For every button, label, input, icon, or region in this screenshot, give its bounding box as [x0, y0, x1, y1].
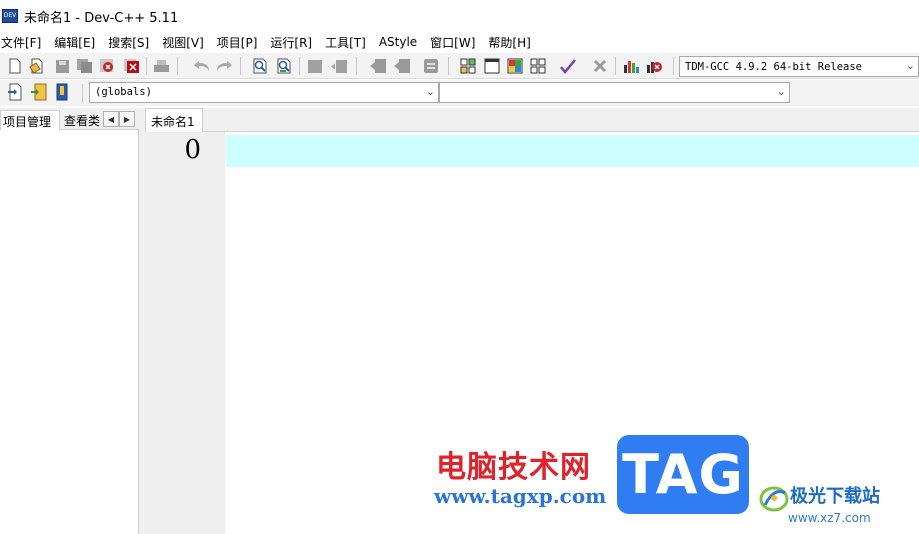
editor-tabs: 未命名1	[145, 108, 919, 132]
scope-value: (globals)	[95, 86, 152, 98]
title-bar: DEV 未命名1 - Dev-C++ 5.11	[0, 0, 919, 32]
watermark-url: www.tagxp.com	[434, 484, 607, 508]
indent-icon[interactable]	[305, 56, 325, 76]
rebuild-icon[interactable]	[528, 56, 548, 76]
compiler-value: TDM-GCC 4.9.2 64-bit Release	[685, 60, 863, 73]
watermark-site-url: www.xz7.com	[788, 511, 871, 525]
watermark-tag-badge: TAG	[617, 435, 749, 514]
watermark-tag-text: TAG	[622, 443, 744, 506]
toolbar-separator	[146, 57, 147, 75]
compile-icon[interactable]	[458, 56, 478, 76]
menu-help[interactable]: 帮助[H]	[488, 34, 537, 51]
watermark-cn-text: 电脑技术网	[436, 450, 591, 485]
tab-class-browser[interactable]: 查看类	[62, 110, 104, 130]
toolbar-separator	[673, 57, 674, 75]
left-panel-tabs: 项目管理 查看类 ◀ ▶	[0, 108, 139, 130]
left-panel: 项目管理 查看类 ◀ ▶	[0, 108, 139, 534]
aurora-logo-icon	[759, 486, 789, 512]
chevron-down-icon: ⌄	[425, 85, 435, 98]
run-icon[interactable]	[482, 56, 502, 76]
insert-icon[interactable]	[5, 82, 25, 102]
print-icon[interactable]	[151, 56, 171, 76]
line-number: 0	[184, 135, 201, 165]
redo-icon[interactable]	[214, 56, 234, 76]
line-gutter: 0	[145, 132, 225, 534]
menu-search[interactable]: 搜索[S]	[108, 34, 156, 51]
goto-bookmark-icon[interactable]	[52, 82, 72, 102]
compiler-select[interactable]: TDM-GCC 4.9.2 64-bit Release ⌄	[679, 56, 919, 77]
toolbar-separator	[177, 57, 178, 75]
toolbar-separator	[615, 57, 616, 75]
close-icon[interactable]	[97, 56, 117, 76]
menu-tools[interactable]: 工具[T]	[325, 34, 373, 51]
toolbar-separator	[240, 57, 241, 75]
chart-icon[interactable]	[621, 56, 641, 76]
menu-view[interactable]: 视图[V]	[162, 34, 211, 51]
find-icon[interactable]	[250, 56, 270, 76]
toolbar-separator	[448, 57, 449, 75]
menu-project[interactable]: 项目[P]	[217, 34, 265, 51]
unindent-icon[interactable]	[329, 56, 349, 76]
save-all-icon[interactable]	[74, 56, 94, 76]
bookmark-prev-icon[interactable]	[368, 56, 388, 76]
toolbar-separator	[299, 57, 300, 75]
bookmark-next-icon[interactable]	[392, 56, 412, 76]
menu-file[interactable]: 文件[F]	[1, 34, 48, 51]
chevron-down-icon: ⌄	[776, 85, 786, 98]
goto-line-icon[interactable]	[421, 56, 441, 76]
new-file-icon[interactable]	[5, 56, 25, 76]
main-toolbar: TDM-GCC 4.9.2 64-bit Release ⌄	[0, 53, 919, 79]
class-toolbar: (globals) ⌄ ⌄	[0, 80, 919, 106]
menu-edit[interactable]: 编辑[E]	[54, 34, 102, 51]
toolbar-separator	[356, 57, 357, 75]
compile-run-icon[interactable]	[505, 56, 525, 76]
editor-tab-untitled[interactable]: 未命名1	[145, 108, 203, 132]
devcpp-app-icon: DEV	[2, 9, 18, 23]
open-file-icon[interactable]	[27, 56, 47, 76]
debug-icon[interactable]	[644, 56, 664, 76]
tab-scroll-right-icon[interactable]: ▶	[119, 111, 135, 127]
save-icon[interactable]	[52, 56, 72, 76]
scope-select[interactable]: (globals) ⌄	[89, 82, 439, 103]
toggle-bookmark-icon[interactable]	[29, 82, 49, 102]
toolbar-separator	[82, 84, 83, 102]
replace-icon[interactable]	[274, 56, 294, 76]
watermark-site-name: 极光下载站	[790, 486, 880, 507]
current-line-highlight[interactable]	[226, 135, 919, 167]
chevron-down-icon: ⌄	[905, 59, 915, 72]
app-icon-label: DEV	[3, 12, 17, 19]
function-select[interactable]: ⌄	[439, 82, 790, 103]
tab-project-manager[interactable]: 项目管理	[0, 110, 60, 130]
undo-icon[interactable]	[191, 56, 211, 76]
syntax-check-icon[interactable]	[558, 56, 578, 76]
menu-window[interactable]: 窗口[W]	[430, 34, 482, 51]
menu-bar: 文件[F] 编辑[E] 搜索[S] 视图[V] 项目[P] 运行[R] 工具[T…	[0, 32, 919, 52]
tab-scroll-left-icon[interactable]: ◀	[103, 111, 119, 127]
close-all-icon[interactable]	[121, 56, 141, 76]
window-title: 未命名1 - Dev-C++ 5.11	[24, 10, 179, 26]
menu-execute[interactable]: 运行[R]	[270, 34, 319, 51]
stop-icon[interactable]	[590, 56, 610, 76]
menu-astyle[interactable]: AStyle	[379, 35, 424, 49]
